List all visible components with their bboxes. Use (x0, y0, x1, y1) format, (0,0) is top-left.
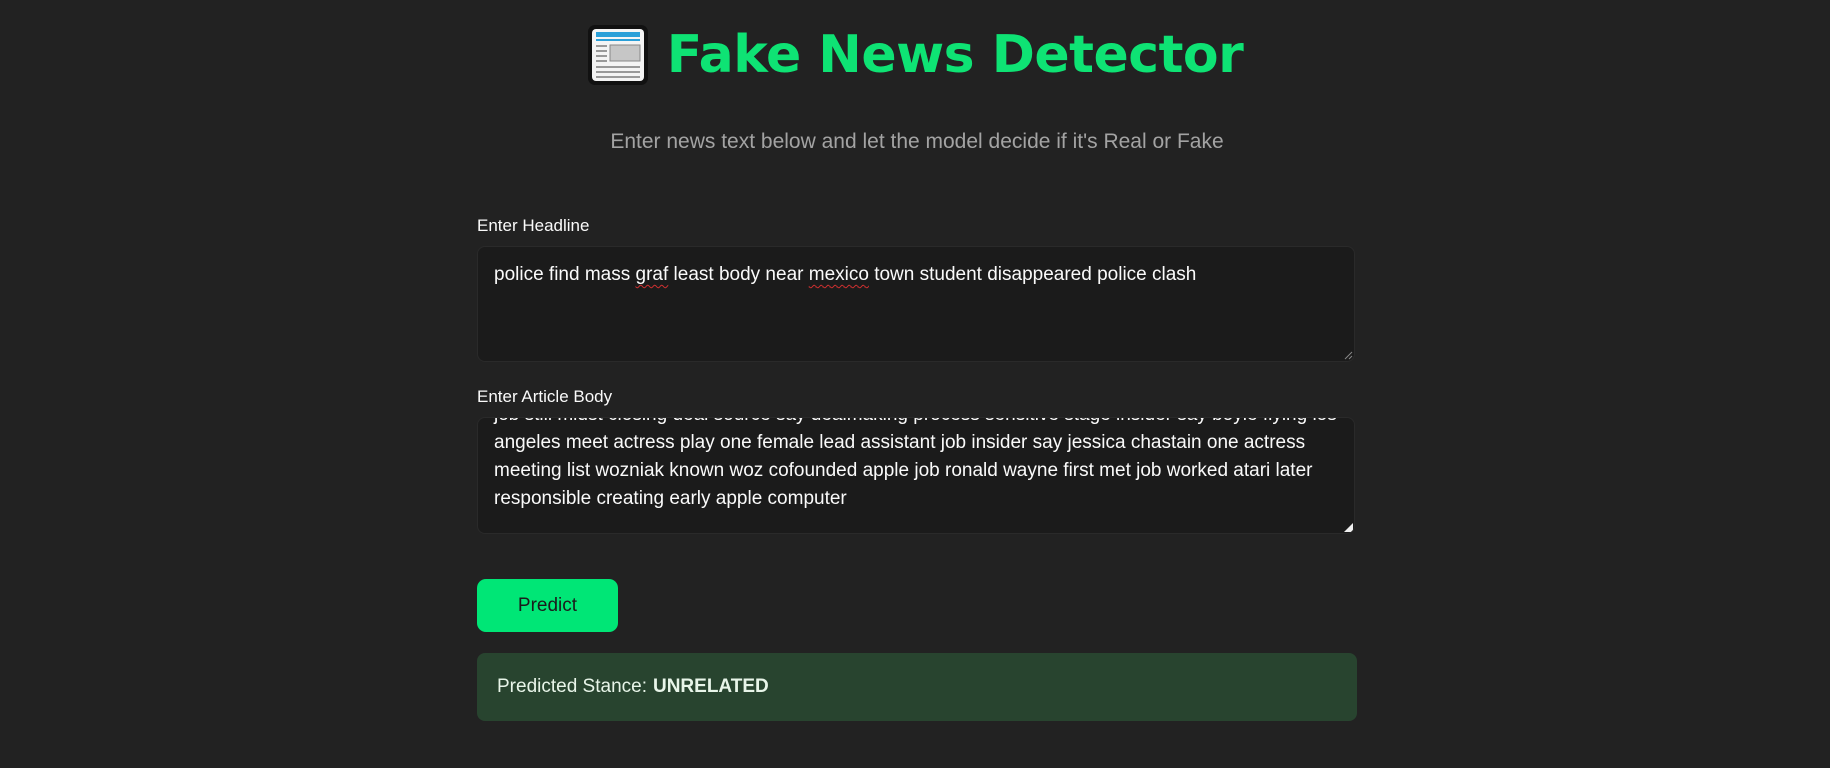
headline-textarea[interactable]: police find mass graf least body near me… (477, 246, 1355, 362)
article-body-text: job still midst closing deal source say … (494, 418, 1338, 513)
predict-button[interactable]: Predict (477, 579, 618, 632)
prediction-result: Predicted Stance: UNRELATED (477, 653, 1357, 721)
article-body-line: responsible creating early apple compute… (494, 488, 847, 509)
article-body-line: angeles meet actress play one female lea… (494, 432, 1306, 453)
headline-label: Enter Headline (477, 216, 590, 235)
article-body-label: Enter Article Body (477, 387, 613, 406)
page-subtitle: Enter news text below and let the model … (610, 130, 1224, 153)
result-value: UNRELATED (652, 676, 769, 697)
page-header: Fake News Detector (0, 20, 1830, 90)
article-body-line: job still midst closing deal source say … (494, 418, 1338, 429)
article-body-line: meeting list wozniak known woz cofounded… (494, 460, 1313, 481)
result-prefix: Predicted Stance: (497, 676, 647, 697)
app-page: Fake News Detector Enter news text below… (0, 0, 1830, 768)
resize-grip-icon[interactable] (1344, 351, 1353, 360)
page-title: Fake News Detector (666, 25, 1244, 85)
resize-grip-icon[interactable] (1344, 523, 1353, 532)
headline-text: police find mass graf least body near me… (494, 264, 1197, 285)
article-body-textarea[interactable]: job still midst closing deal source say … (477, 417, 1355, 534)
newspaper-icon (587, 24, 649, 86)
